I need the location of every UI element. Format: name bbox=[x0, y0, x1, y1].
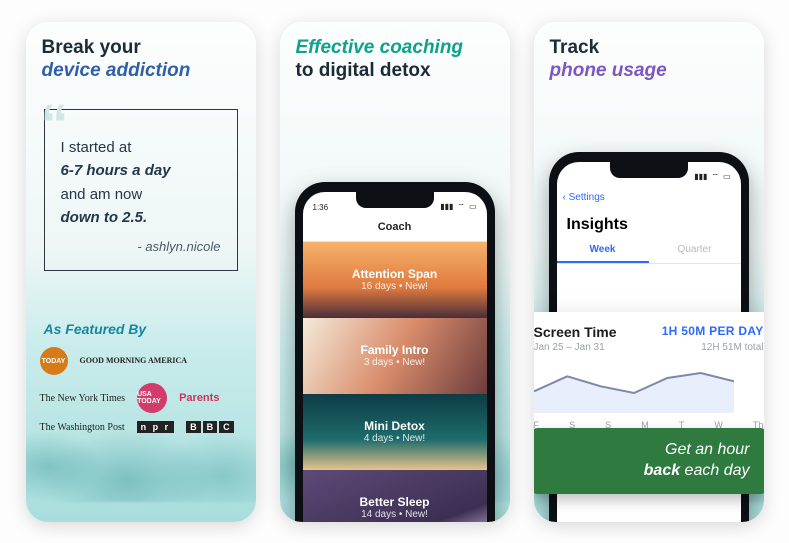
wifi-icon: ⌔ bbox=[457, 202, 465, 212]
headline-line1: Break your bbox=[42, 37, 141, 58]
headline: Effective coaching to digital detox bbox=[280, 22, 510, 84]
quote-mark-icon: “ bbox=[41, 96, 69, 152]
back-button[interactable]: ‹ Settings bbox=[563, 192, 605, 203]
coach-item-title: Mini Detox bbox=[364, 419, 425, 433]
screen-time-range: Jan 25 – Jan 31 bbox=[534, 342, 605, 353]
screen-time-sparkline bbox=[534, 363, 734, 413]
signal-icon: ▮▮▮ bbox=[694, 172, 707, 181]
status-icons: ▮▮▮ ⌔ ▭ bbox=[440, 202, 476, 212]
logo-wapo: The Washington Post bbox=[40, 422, 125, 433]
phone-notch-icon bbox=[356, 192, 434, 208]
promo-panel-1: Break your device addiction “ I started … bbox=[26, 22, 256, 522]
screen-time-value: 1H 50M PER DAY bbox=[662, 324, 764, 340]
battery-icon: ▭ bbox=[469, 202, 477, 211]
cta-line2-strong: back bbox=[644, 462, 680, 479]
phone-frame: 1:36 ▮▮▮ ⌔ ▭ Coach Attention Span 16 day… bbox=[295, 182, 495, 522]
coach-item-title: Attention Span bbox=[352, 267, 437, 281]
cta-line1: Get an hour bbox=[665, 441, 750, 458]
headline-line1: Track bbox=[550, 37, 600, 58]
cta-banner: Get an hour back each day bbox=[534, 428, 764, 494]
phone-screen: 1:36 ▮▮▮ ⌔ ▭ Coach Attention Span 16 day… bbox=[303, 192, 487, 522]
testimonial-quote: “ I started at 6-7 hours a day and am no… bbox=[44, 109, 238, 271]
cta-line2: each day bbox=[680, 462, 749, 479]
promo-panel-2: Effective coaching to digital detox 1:36… bbox=[280, 22, 510, 522]
insights-tabs: Week Quarter bbox=[557, 238, 741, 264]
status-icons: ▮▮▮ ⌔ ▭ bbox=[694, 172, 730, 182]
quote-line: I started at bbox=[61, 139, 132, 156]
featured-label: As Featured By bbox=[44, 321, 256, 337]
battery-icon: ▭ bbox=[723, 172, 731, 181]
headline-line1: Effective coaching bbox=[296, 37, 464, 58]
signal-icon: ▮▮▮ bbox=[440, 202, 453, 211]
coach-item-family-intro[interactable]: Family Intro 3 days • New! bbox=[303, 318, 487, 394]
logo-bbc: B B C bbox=[186, 421, 234, 433]
headline-line2: device addiction bbox=[42, 60, 191, 81]
wifi-icon: ⌔ bbox=[711, 172, 719, 182]
coach-item-sub: 16 days • New! bbox=[361, 281, 428, 292]
press-logos: TODAY GOOD MORNING AMERICA The New York … bbox=[26, 337, 256, 433]
headline-line2: phone usage bbox=[550, 60, 667, 81]
logo-today: TODAY bbox=[40, 347, 68, 375]
coach-item-better-sleep[interactable]: Better Sleep 14 days • New! bbox=[303, 470, 487, 522]
nav-bar: ‹ Settings bbox=[557, 184, 741, 212]
coach-item-sub: 4 days • New! bbox=[364, 433, 425, 444]
coach-list: Attention Span 16 days • New! Family Int… bbox=[303, 242, 487, 522]
logo-npr: n p r bbox=[137, 421, 175, 433]
promo-panel-3: Track phone usage ▮▮▮ ⌔ ▭ ‹ Settings bbox=[534, 22, 764, 522]
headline: Track phone usage bbox=[534, 22, 764, 84]
screen-time-title: Screen Time bbox=[534, 324, 617, 340]
page-title: Insights bbox=[557, 212, 741, 238]
headline: Break your device addiction bbox=[26, 22, 256, 84]
screen-time-card: Screen Time 1H 50M PER DAY Jan 25 – Jan … bbox=[534, 312, 764, 436]
nav-bar: Coach bbox=[303, 214, 487, 242]
coach-item-sub: 14 days • New! bbox=[361, 509, 428, 520]
tab-week[interactable]: Week bbox=[557, 238, 649, 263]
logo-usatoday: USA TODAY bbox=[137, 383, 167, 413]
coach-item-attention-span[interactable]: Attention Span 16 days • New! bbox=[303, 242, 487, 318]
quote-line: down to 2.5. bbox=[61, 209, 148, 226]
nav-title: Coach bbox=[378, 221, 412, 233]
chevron-left-icon: ‹ bbox=[563, 192, 566, 203]
tab-quarter[interactable]: Quarter bbox=[649, 238, 741, 263]
logo-nyt: The New York Times bbox=[40, 393, 126, 404]
headline-line2: to digital detox bbox=[296, 60, 431, 81]
quote-line: 6-7 hours a day bbox=[61, 162, 171, 179]
coach-item-sub: 3 days • New! bbox=[364, 357, 425, 368]
coach-item-title: Family Intro bbox=[360, 343, 428, 357]
coach-item-title: Better Sleep bbox=[359, 495, 429, 509]
quote-line: and am now bbox=[61, 186, 143, 203]
back-label: Settings bbox=[569, 192, 605, 203]
status-time: 1:36 bbox=[313, 203, 329, 212]
logo-gma: GOOD MORNING AMERICA bbox=[80, 357, 188, 364]
screen-time-total: 12H 51M total bbox=[701, 342, 763, 353]
quote-author: - ashlyn.nicole bbox=[61, 239, 221, 254]
logo-parents: Parents bbox=[179, 392, 219, 404]
phone-notch-icon bbox=[610, 162, 688, 178]
coach-item-mini-detox[interactable]: Mini Detox 4 days • New! bbox=[303, 394, 487, 470]
